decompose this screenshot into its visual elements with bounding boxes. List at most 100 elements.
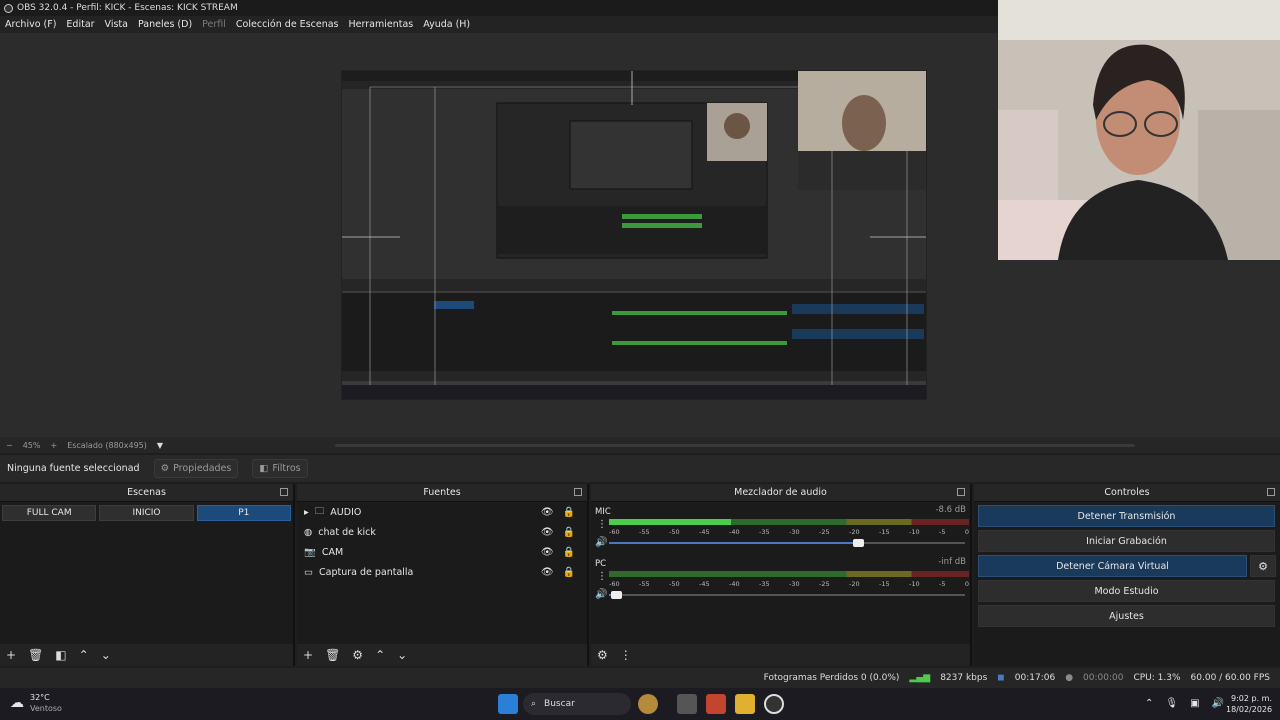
- volume-knob[interactable]: [611, 591, 623, 599]
- channel-db: -inf dB: [938, 557, 966, 567]
- scene-preview-canvas[interactable]: [341, 70, 927, 400]
- gear-icon: ⚙: [160, 463, 170, 474]
- meter-tick-label: -10: [909, 580, 920, 588]
- bitrate: 8237 kbps: [940, 673, 988, 683]
- stop-stream-button[interactable]: Detener Transmisión: [978, 505, 1275, 527]
- meter-tick-label: 0: [964, 580, 969, 588]
- stop-virtual-camera-button[interactable]: Detener Cámara Virtual: [978, 555, 1247, 577]
- scene-item-active[interactable]: P1: [196, 505, 291, 521]
- visibility-eye-icon[interactable]: 👁: [541, 507, 554, 518]
- move-down-icon[interactable]: ⌄: [397, 648, 407, 662]
- scene-item[interactable]: INICIO: [99, 505, 194, 521]
- lock-icon[interactable]: 🔒: [563, 567, 575, 578]
- file-explorer-icon[interactable]: [735, 694, 755, 714]
- weather-desc: Ventoso: [30, 704, 62, 713]
- channel-name: PC: [595, 559, 607, 569]
- undock-icon[interactable]: [574, 488, 582, 496]
- menu-vista[interactable]: Vista: [105, 19, 128, 30]
- scene-item[interactable]: FULL CAM: [2, 505, 97, 521]
- menu-editar[interactable]: Editar: [66, 19, 94, 30]
- menu-herramientas[interactable]: Herramientas: [349, 19, 414, 30]
- remove-scene-icon[interactable]: 🗑: [28, 648, 43, 662]
- source-toolbar: Ninguna fuente seleccionad ⚙ Propiedades…: [0, 455, 1280, 482]
- remove-source-icon[interactable]: 🗑: [325, 648, 340, 662]
- volume-slider[interactable]: [609, 539, 965, 547]
- move-up-icon[interactable]: ⌃: [79, 648, 89, 662]
- monitor-icon: ▭: [304, 566, 313, 578]
- filters-button[interactable]: ◧ Filtros: [252, 459, 308, 478]
- zoom-percent[interactable]: 45%: [23, 441, 41, 450]
- scenes-toolbar: + 🗑 ◧ ⌃ ⌄: [0, 644, 293, 666]
- microphone-icon[interactable]: 🎙: [1165, 698, 1178, 709]
- tray-overflow-icon[interactable]: ⌃: [1145, 698, 1153, 709]
- scale-dropdown-icon[interactable]: ▼: [157, 441, 163, 450]
- undock-icon[interactable]: [280, 488, 288, 496]
- menu-ayuda[interactable]: Ayuda (H): [423, 19, 470, 30]
- advanced-audio-icon[interactable]: ⚙: [597, 648, 608, 662]
- source-item[interactable]: ▸ 🗀 AUDIO 👁 🔒: [297, 502, 587, 522]
- vcam-settings-gear-icon[interactable]: ⚙: [1250, 555, 1276, 577]
- sources-dock-header: Fuentes: [297, 484, 587, 502]
- scale-label: Escalado (880x495): [67, 440, 147, 450]
- news-widget-icon[interactable]: [638, 694, 658, 714]
- speaker-icon[interactable]: 🔊: [595, 537, 607, 548]
- lock-icon[interactable]: 🔒: [563, 547, 575, 558]
- window-titlebar: OBS 32.0.4 - Perfil: KICK - Escenas: KIC…: [0, 0, 1000, 16]
- controls-dock: Controles Detener Transmisión Iniciar Gr…: [974, 484, 1280, 666]
- source-item[interactable]: 📷 CAM 👁 🔒: [297, 542, 587, 562]
- taskbar-search[interactable]: ⌕ Buscar: [523, 693, 631, 715]
- folder-icon: 🗀: [314, 506, 325, 517]
- meter-tick-label: -35: [759, 580, 770, 588]
- source-item[interactable]: ▭ Captura de pantalla 👁 🔒: [297, 562, 587, 582]
- mixer-menu-icon[interactable]: ⋮: [620, 648, 632, 662]
- task-view-icon[interactable]: [677, 694, 697, 714]
- speaker-icon[interactable]: 🔊: [595, 589, 607, 600]
- menu-paneles[interactable]: Paneles (D): [138, 19, 192, 30]
- network-icon[interactable]: ▣: [1190, 698, 1199, 709]
- move-down-icon[interactable]: ⌄: [101, 648, 111, 662]
- scene-filters-icon[interactable]: ◧: [55, 648, 66, 662]
- menu-perfil[interactable]: Perfil: [202, 19, 226, 30]
- menu-archivo[interactable]: Archivo (F): [5, 19, 56, 30]
- level-meter: [609, 571, 969, 577]
- visibility-eye-icon[interactable]: 👁: [541, 527, 554, 538]
- lock-icon[interactable]: 🔒: [563, 527, 575, 538]
- brave-browser-icon[interactable]: [706, 694, 726, 714]
- channel-menu-icon[interactable]: ⋮: [597, 519, 607, 530]
- weather-icon: ☁: [10, 695, 24, 711]
- lock-icon[interactable]: 🔒: [563, 507, 575, 518]
- obs-app-icon[interactable]: [764, 694, 784, 714]
- menu-bar: Archivo (F) Editar Vista Paneles (D) Per…: [0, 16, 1000, 33]
- expand-arrow-icon[interactable]: ▸: [304, 507, 309, 518]
- add-source-icon[interactable]: +: [303, 648, 313, 662]
- weather-temp: 32°C: [30, 693, 50, 702]
- menu-coleccion-escenas[interactable]: Colección de Escenas: [236, 19, 339, 30]
- channel-menu-icon[interactable]: ⋮: [597, 571, 607, 582]
- volume-knob[interactable]: [853, 539, 865, 547]
- volume-slider[interactable]: [609, 591, 965, 599]
- mixer-channel: MIC -8.6 dB ⋮ -60 -55 -50 -45 -40 -35 -30 -25 -2…: [591, 502, 970, 554]
- visibility-eye-icon[interactable]: 👁: [541, 567, 554, 578]
- preview-scrollbar[interactable]: [335, 444, 1135, 447]
- properties-button[interactable]: ⚙ Propiedades: [153, 459, 239, 478]
- move-up-icon[interactable]: ⌃: [375, 648, 385, 662]
- undock-icon[interactable]: [1267, 488, 1275, 496]
- source-item[interactable]: ◍ chat de kick 👁 🔒: [297, 522, 587, 542]
- undock-icon[interactable]: [957, 488, 965, 496]
- zoom-in-button[interactable]: +: [50, 441, 57, 450]
- visibility-eye-icon[interactable]: 👁: [541, 547, 554, 558]
- studio-mode-button[interactable]: Modo Estudio: [978, 580, 1275, 602]
- start-recording-button[interactable]: Iniciar Grabación: [978, 530, 1275, 552]
- settings-button[interactable]: Ajustes: [978, 605, 1275, 627]
- volume-icon[interactable]: 🔊: [1212, 698, 1224, 709]
- weather-widget[interactable]: ☁ 32°C Ventoso: [10, 692, 62, 714]
- clock[interactable]: 9:02 p. m. 18/02/2026: [1226, 693, 1272, 715]
- fps-counter: 60.00 / 60.00 FPS: [1190, 673, 1270, 683]
- mixer-dock-header: Mezclador de audio: [591, 484, 970, 502]
- source-name: CAM: [321, 546, 344, 558]
- add-scene-icon[interactable]: +: [6, 648, 16, 662]
- source-name: Captura de pantalla: [318, 566, 414, 578]
- windows-start-icon[interactable]: [498, 694, 518, 714]
- zoom-out-button[interactable]: −: [6, 441, 13, 450]
- source-properties-icon[interactable]: ⚙: [352, 648, 363, 662]
